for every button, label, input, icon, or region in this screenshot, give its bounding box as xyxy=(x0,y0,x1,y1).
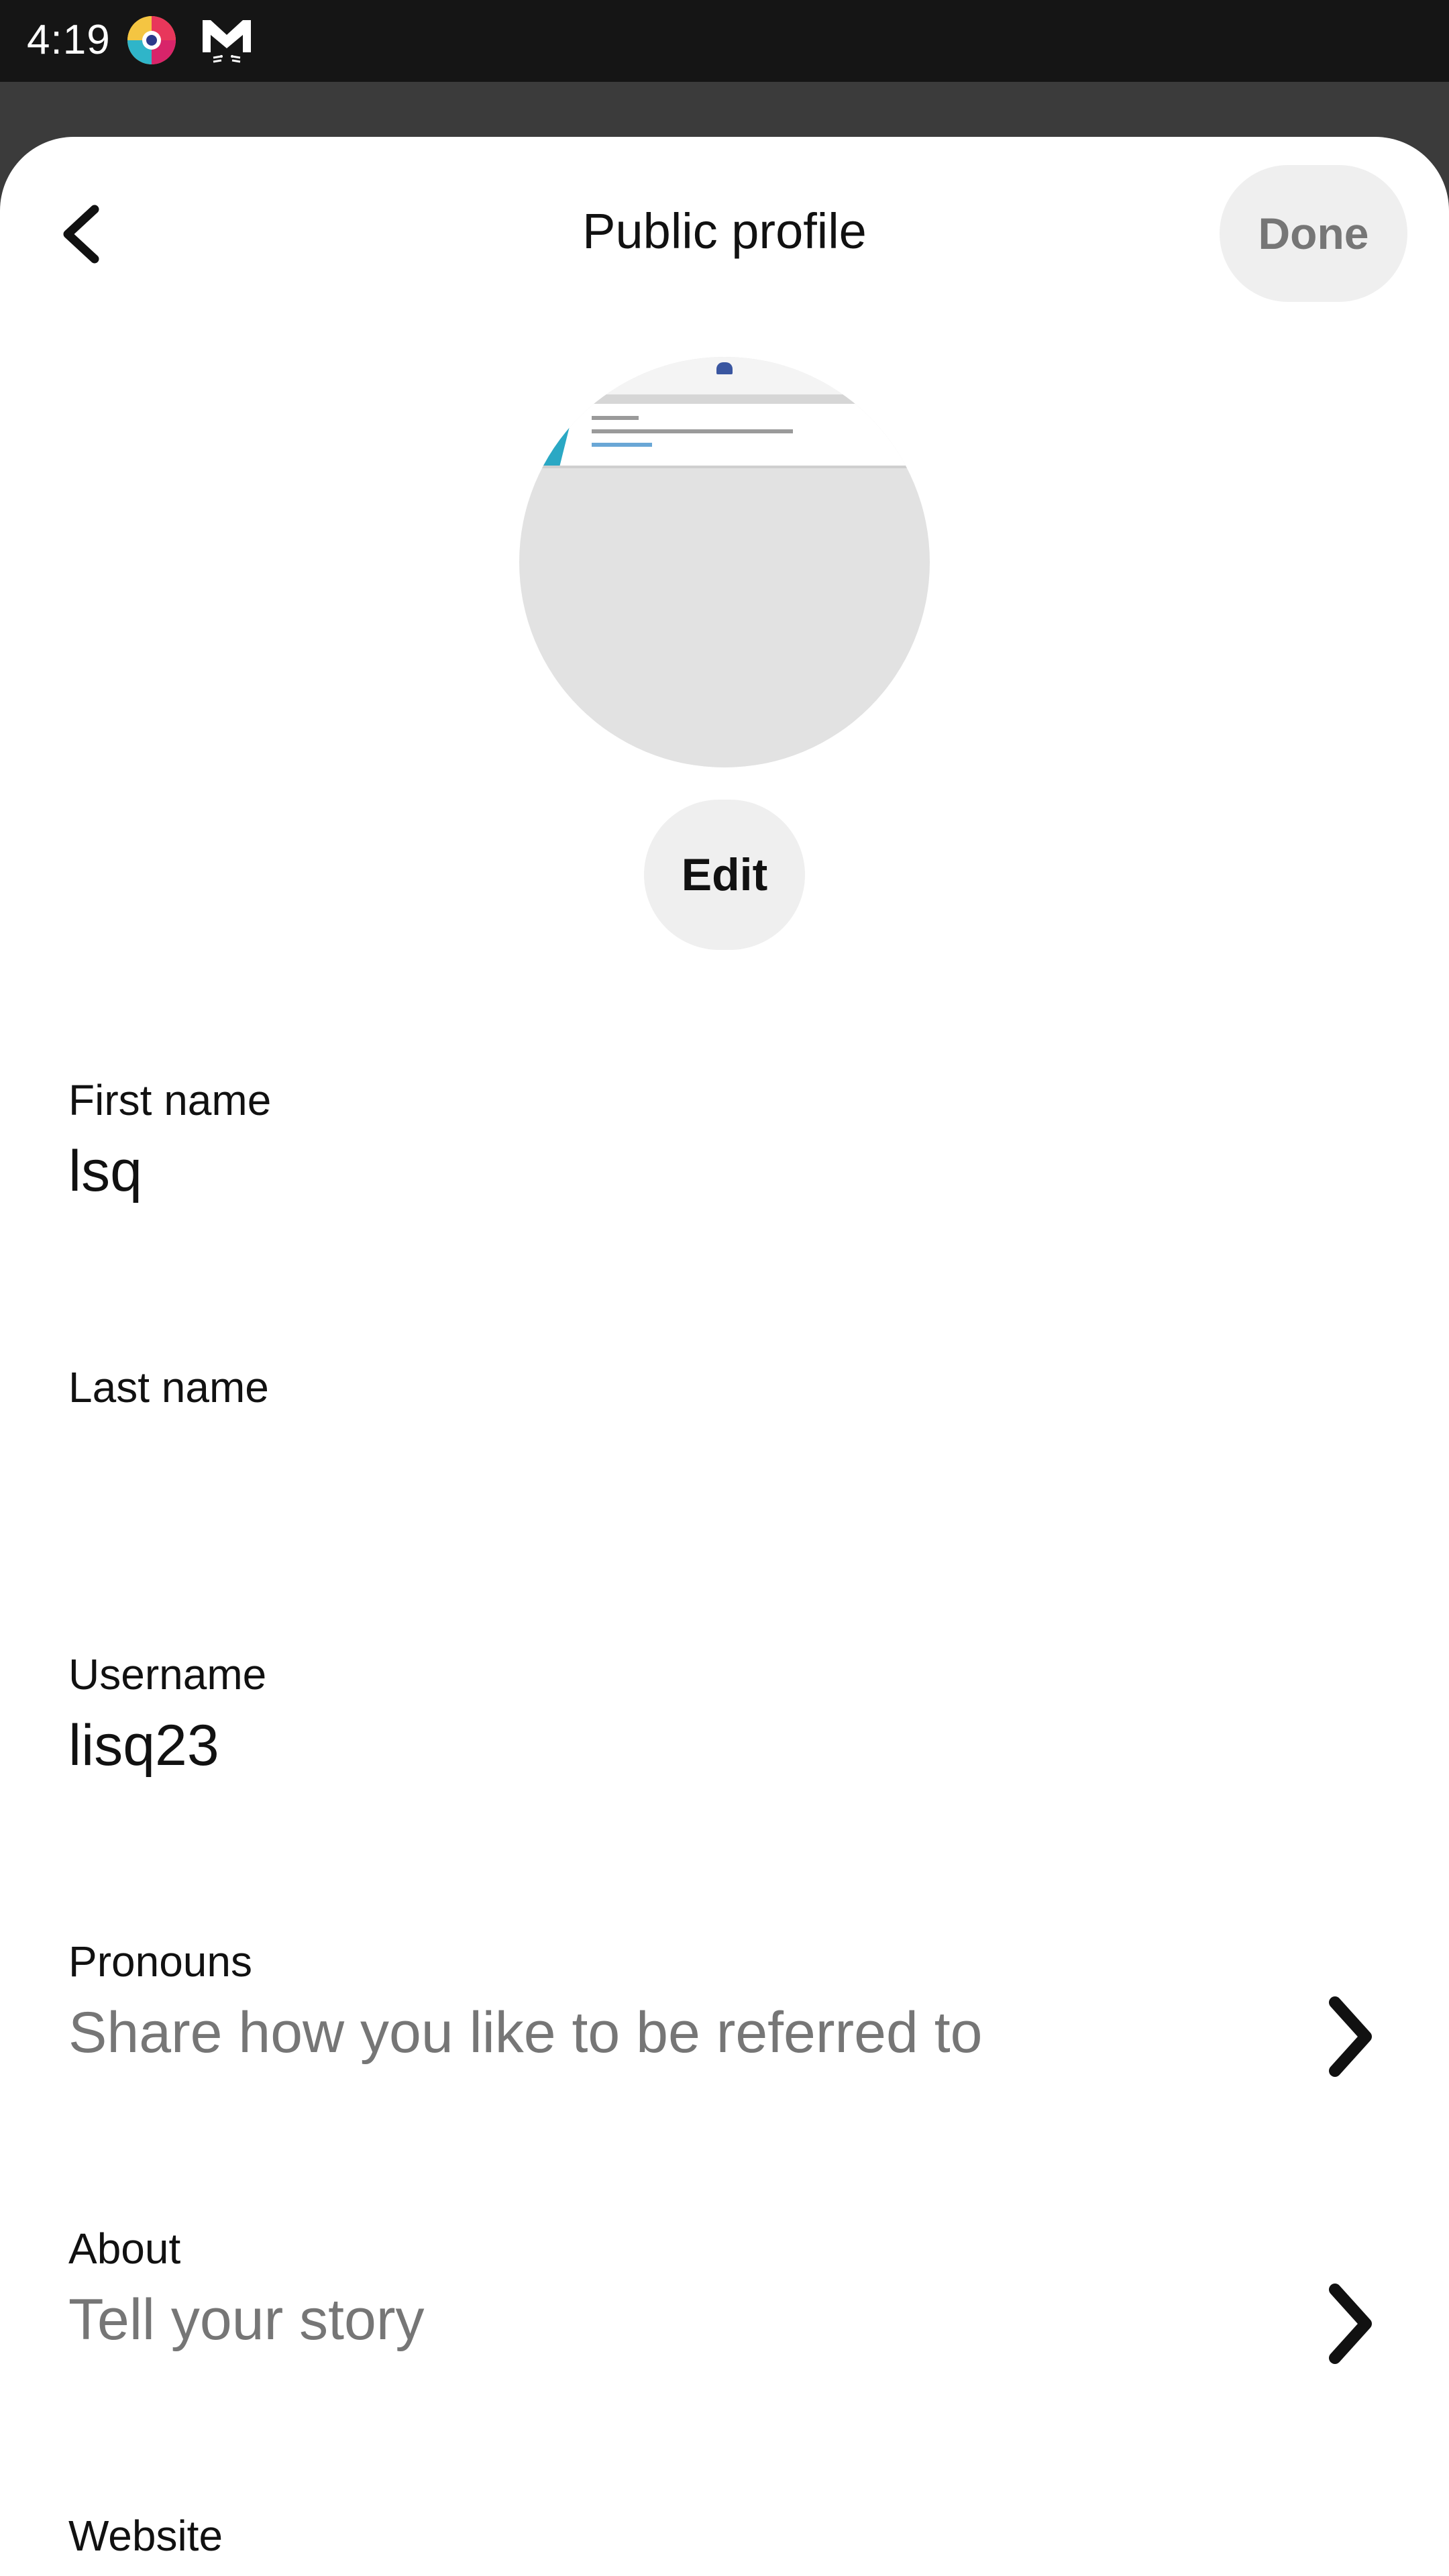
edit-avatar-button[interactable]: Edit xyxy=(644,800,805,950)
people-icon xyxy=(716,362,733,374)
username-input[interactable]: lisq23 xyxy=(68,1712,1383,1779)
last-name-input[interactable] xyxy=(68,1425,1383,1492)
status-bar: 4:19 xyxy=(0,0,1449,82)
avatar-screenshot-divider xyxy=(519,394,930,404)
done-button[interactable]: Done xyxy=(1220,165,1407,302)
status-time: 4:19 xyxy=(27,17,111,63)
website-label: Website xyxy=(68,2512,223,2560)
mail-notification-icon xyxy=(199,15,255,67)
avatar-screenshot-line xyxy=(592,429,793,433)
pronouns-label: Pronouns xyxy=(68,1937,252,1986)
website-field[interactable]: Website xyxy=(68,2509,1383,2563)
about-row[interactable]: About Tell your story xyxy=(68,2222,1383,2364)
public-profile-sheet: Public profile Done Edit First name lsq … xyxy=(0,137,1449,2576)
pronouns-placeholder: Share how you like to be referred to xyxy=(68,2000,983,2065)
first-name-input[interactable]: lsq xyxy=(68,1138,1383,1205)
chevron-right-icon xyxy=(1316,2277,1383,2371)
last-name-field[interactable]: Last name xyxy=(68,1360,1383,1492)
app-notification-icon xyxy=(125,13,178,67)
first-name-label: First name xyxy=(68,1076,272,1124)
avatar-screenshot-banner xyxy=(519,404,930,468)
chevron-right-icon xyxy=(1316,1990,1383,2084)
about-label: About xyxy=(68,2224,181,2273)
avatar[interactable] xyxy=(519,357,930,767)
about-placeholder: Tell your story xyxy=(68,2288,425,2352)
avatar-screenshot-line xyxy=(592,416,639,420)
username-label: Username xyxy=(68,1650,267,1699)
avatar-screenshot-line xyxy=(592,443,652,447)
first-name-field[interactable]: First name lsq xyxy=(68,1073,1383,1205)
pronouns-row[interactable]: Pronouns Share how you like to be referr… xyxy=(68,1935,1383,2077)
last-name-label: Last name xyxy=(68,1363,269,1411)
username-field[interactable]: Username lisq23 xyxy=(68,1648,1383,1779)
